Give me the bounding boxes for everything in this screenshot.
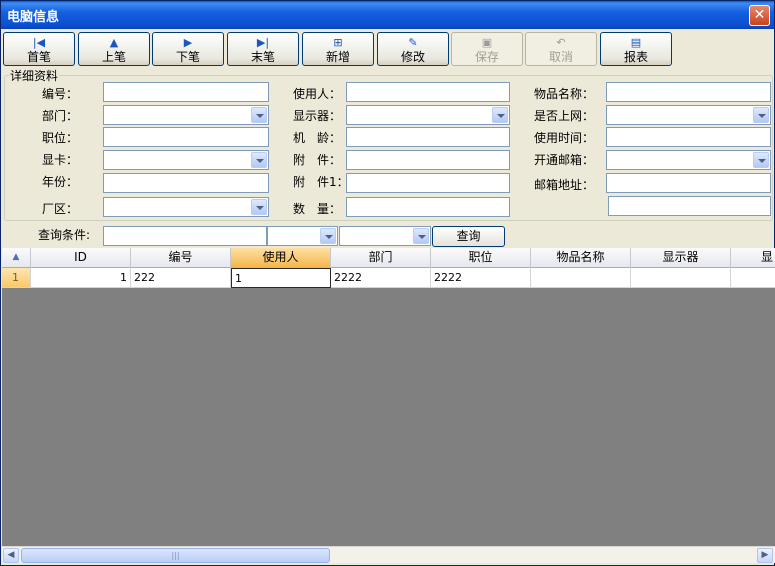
chevron-down-icon[interactable] [753,107,769,123]
table-cell[interactable]: 222 [131,268,231,288]
label-department: 部门： [42,109,79,123]
label-age: 机 龄： [293,131,342,145]
row-number[interactable]: 1 [2,268,31,288]
position-field[interactable] [103,127,269,147]
label-position: 职位： [42,131,79,145]
edit-icon: ✎ [408,36,418,49]
select-all-corner[interactable]: ▲ [2,248,31,268]
add-button[interactable]: ⊞ 新增 [302,32,374,66]
edit-button[interactable]: ✎ 修改 [377,32,449,66]
prev-record-button[interactable]: ▲ 上笔 [78,32,150,66]
first-record-icon: |◀ [32,36,46,49]
extra-field[interactable] [608,196,771,216]
column-header-active[interactable]: 使用人 [231,248,331,268]
label-graphics-card: 显卡： [42,153,79,167]
mailbox-enabled-select[interactable] [606,150,771,170]
last-record-icon: ▶| [256,36,270,49]
column-header[interactable]: 部门 [331,248,431,268]
table-row[interactable]: 1 1 222 1 2222 2222 [2,268,775,288]
internet-access-select[interactable] [606,105,771,125]
chevron-down-icon[interactable] [413,228,429,244]
attachment-1-field[interactable] [346,173,510,193]
query-button[interactable]: 查询 [432,226,505,247]
scroll-right-icon[interactable]: ▶ [757,548,773,563]
table-cell-focused[interactable]: 1 [231,268,331,288]
label-usage-time: 使用时间： [534,131,595,145]
scroll-left-icon[interactable]: ◀ [3,548,19,563]
attachment-field[interactable] [346,150,510,170]
chevron-down-icon[interactable] [251,199,267,215]
data-grid: ▲ ID 编号 使用人 部门 职位 物品名称 显示器 显 1 1 222 1 2… [2,248,775,546]
first-record-button[interactable]: |◀ 首笔 [3,32,75,66]
table-cell[interactable]: 2222 [331,268,431,288]
monitor-select[interactable] [346,105,510,125]
chevron-down-icon[interactable] [753,152,769,168]
year-field[interactable] [103,173,269,193]
window: 电脑信息 ✕ |◀ 首笔 ▲ 上笔 ▶ 下笔 ▶| 末笔 ⊞ 新增 ✎ 修改 ▣ 保存 ↶ 取消… [0,0,775,566]
label-mailbox-enabled: 开通邮箱： [534,153,595,167]
label-internet-access: 是否上网： [534,109,595,123]
item-name-field[interactable] [606,82,771,102]
label-email-address: 邮箱地址： [534,178,595,192]
column-header[interactable]: ID [31,248,131,268]
scroll-thumb[interactable]: ||| [21,548,330,563]
cancel-button[interactable]: ↶ 取消 [525,32,597,66]
email-address-field[interactable] [606,173,771,193]
undo-icon: ↶ [556,36,566,49]
label-plant-area: 厂区： [42,202,79,216]
label-monitor: 显示器： [293,109,342,123]
label-user: 使用人： [293,87,342,101]
grid-header: ▲ ID 编号 使用人 部门 职位 物品名称 显示器 显 [2,248,775,268]
details-legend: 详细资料 [9,67,60,84]
add-icon: ⊞ [333,36,343,49]
chevron-down-icon[interactable] [492,107,508,123]
query-operator-select[interactable] [339,226,431,246]
next-record-button[interactable]: ▶ 下笔 [152,32,224,66]
code-field[interactable] [103,82,269,102]
save-button[interactable]: ▣ 保存 [451,32,523,66]
column-header[interactable]: 显示器 [631,248,731,268]
chevron-down-icon[interactable] [320,228,336,244]
column-header[interactable]: 职位 [431,248,531,268]
window-title: 电脑信息 [7,10,60,25]
label-attachment-1: 附 件1： [293,175,349,189]
label-item-name: 物品名称： [534,87,595,101]
chevron-down-icon[interactable] [251,107,267,123]
table-cell[interactable] [731,268,775,288]
label-code: 编号： [42,87,79,101]
chevron-down-icon[interactable] [251,152,267,168]
label-year: 年份： [42,175,79,189]
label-attachment: 附 件： [293,153,342,167]
department-select[interactable] [103,105,269,125]
close-button[interactable]: ✕ [749,5,770,26]
toolbar: |◀ 首笔 ▲ 上笔 ▶ 下笔 ▶| 末笔 ⊞ 新增 ✎ 修改 ▣ 保存 ↶ 取消 ▤ 报表 [1,30,774,70]
usage-time-field[interactable] [606,127,771,147]
table-cell[interactable]: 1 [31,268,131,288]
prev-record-icon: ▲ [109,36,119,49]
column-header[interactable]: 物品名称 [531,248,631,268]
user-field[interactable] [346,82,510,102]
save-icon: ▣ [481,36,493,49]
query-label: 查询条件: [38,228,91,242]
title-bar: 电脑信息 ✕ [1,1,774,29]
query-field-select[interactable] [267,226,338,246]
last-record-button[interactable]: ▶| 末笔 [227,32,299,66]
table-cell[interactable] [531,268,631,288]
query-text-field[interactable] [103,226,267,246]
label-quantity: 数 量： [293,202,342,216]
quantity-field[interactable] [346,197,510,217]
table-cell[interactable]: 2222 [431,268,531,288]
report-button[interactable]: ▤ 报表 [600,32,672,66]
next-record-icon: ▶ [183,36,193,49]
plant-area-select[interactable] [103,197,269,217]
age-field[interactable] [346,127,510,147]
column-header[interactable]: 显 [731,248,775,268]
horizontal-scrollbar[interactable]: ◀ ||| ▶ [2,546,775,563]
table-cell[interactable] [631,268,731,288]
column-header[interactable]: 编号 [131,248,231,268]
report-icon: ▤ [630,36,642,49]
graphics-card-select[interactable] [103,150,269,170]
close-icon: ✕ [753,7,766,23]
